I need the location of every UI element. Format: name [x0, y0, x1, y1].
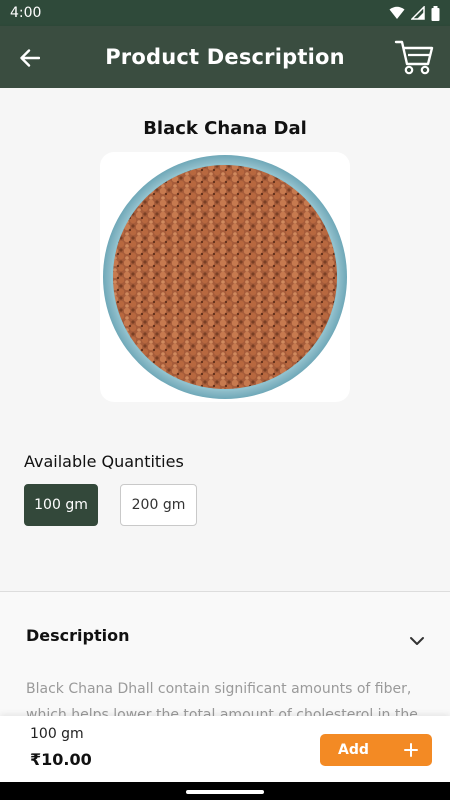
plus-icon: [404, 743, 418, 757]
cart-icon: [394, 40, 434, 75]
cart-bottom-bar: 100 gm ₹10.00 Add: [0, 716, 450, 782]
app-bar: Product Description: [0, 26, 450, 88]
status-time: 4:00: [10, 5, 42, 21]
available-quantities-title: Available Quantities: [24, 452, 184, 471]
chana-dal-bowl-image: [103, 155, 347, 399]
status-bar: 4:00: [0, 0, 450, 26]
status-icons: [389, 5, 440, 21]
add-to-cart-button[interactable]: Add: [320, 734, 432, 766]
signal-icon: [411, 6, 425, 20]
product-image: [100, 152, 350, 402]
system-nav-bar: [0, 782, 450, 800]
home-gesture-handle[interactable]: [186, 790, 264, 794]
back-arrow-icon: [20, 49, 40, 67]
description-text: Black Chana Dhall contain significant am…: [26, 681, 418, 716]
battery-icon: [431, 5, 440, 21]
description-toggle[interactable]: [408, 632, 426, 650]
product-name: Black Chana Dal: [143, 118, 307, 139]
description-section: Description Black Chana Dhall contain si…: [0, 592, 450, 716]
quantity-option-200gm[interactable]: 200 gm: [120, 484, 197, 526]
selected-quantity: 100 gm: [30, 726, 84, 742]
description-title: Description: [26, 626, 130, 645]
product-content[interactable]: Black Chana Dal Available Quantities 100…: [0, 88, 450, 716]
cart-button[interactable]: [394, 38, 434, 76]
wifi-icon: [389, 6, 405, 19]
add-button-label: Add: [338, 742, 369, 758]
quantity-option-100gm[interactable]: 100 gm: [24, 484, 98, 526]
product-price: ₹10.00: [30, 750, 92, 769]
back-button[interactable]: [14, 42, 46, 74]
page-title: Product Description: [105, 45, 345, 69]
chevron-down-icon: [410, 637, 424, 645]
